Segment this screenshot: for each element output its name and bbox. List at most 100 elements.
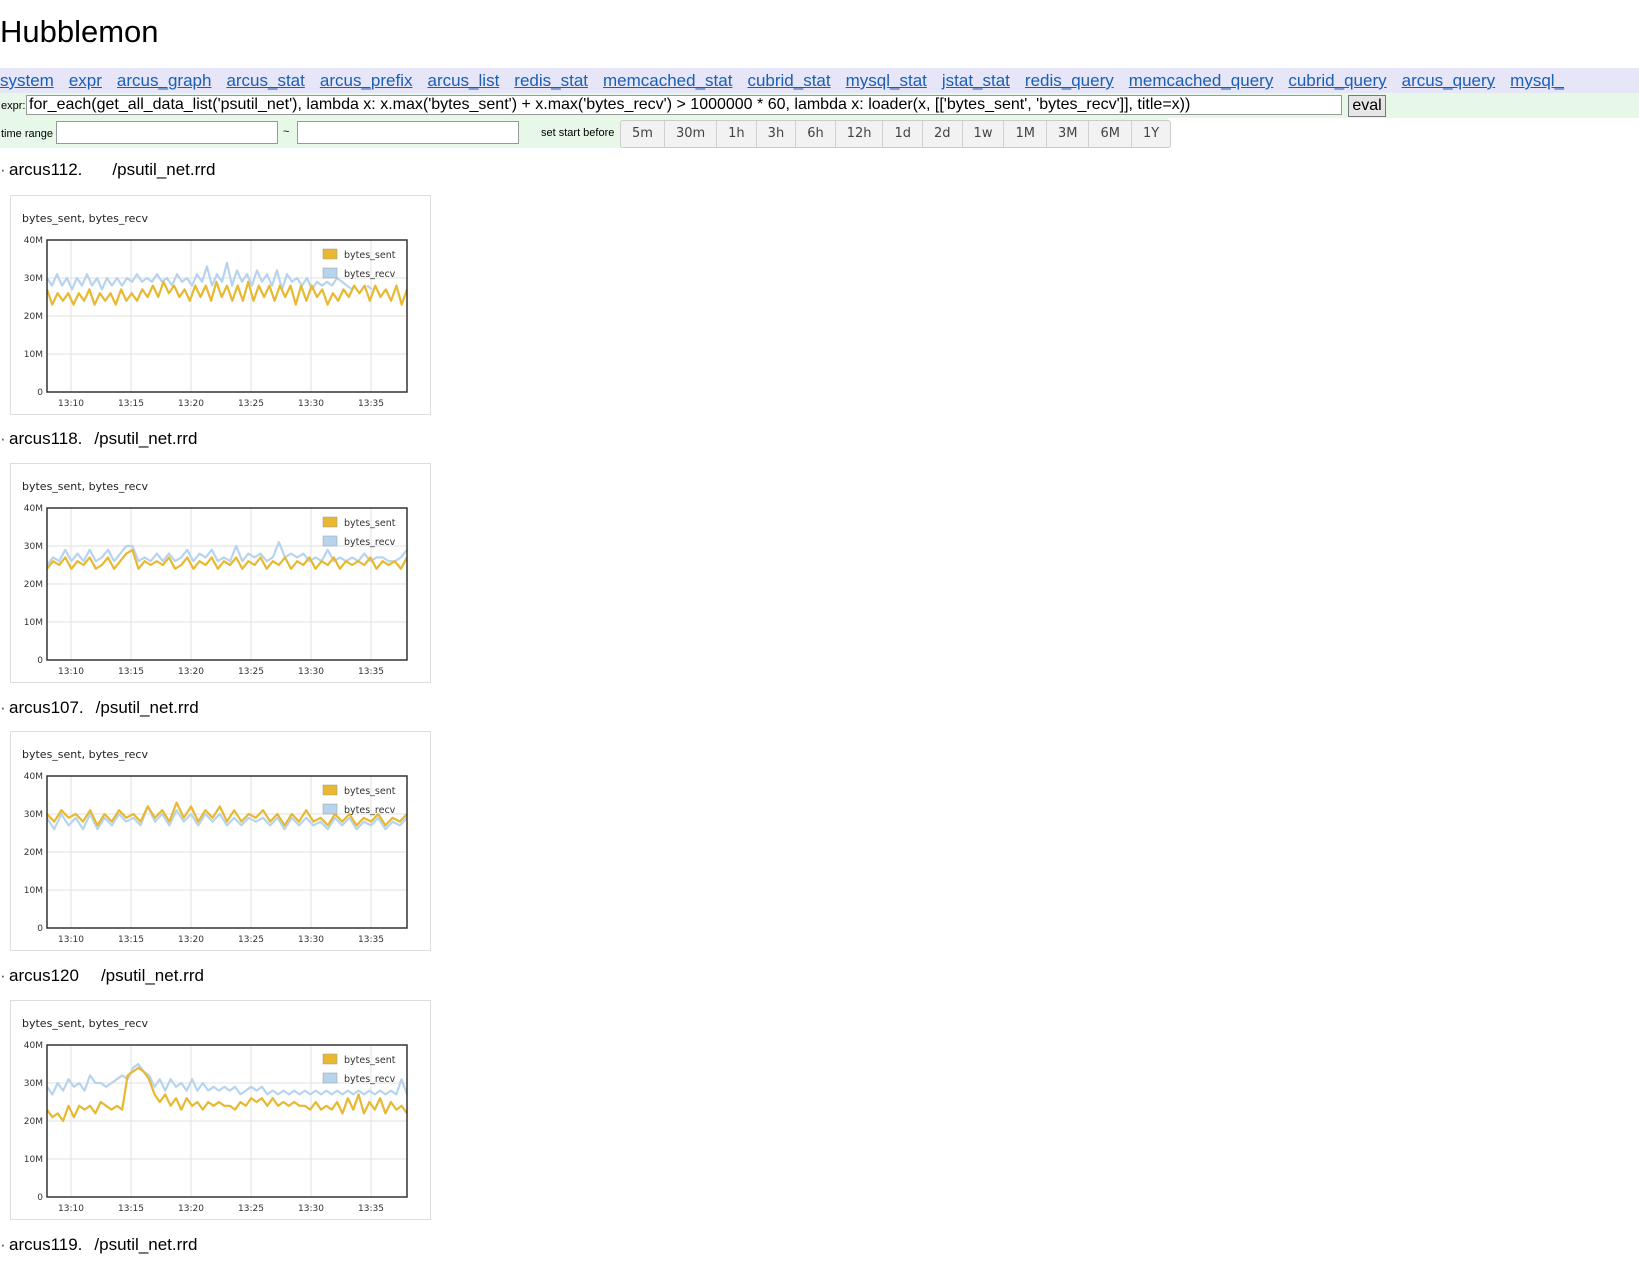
y-tick-label: 0: [37, 924, 43, 934]
nav-link-system[interactable]: system: [0, 68, 54, 93]
y-tick-label: 10M: [24, 618, 43, 628]
x-tick-label: 13:15: [118, 667, 144, 677]
y-tick-label: 40M: [24, 772, 43, 782]
section-title: · arcus112. /psutil_net.rrd: [0, 159, 215, 181]
y-tick-label: 40M: [24, 236, 43, 246]
eval-button[interactable]: eval: [1348, 95, 1386, 117]
time-range-end-input[interactable]: [297, 121, 519, 144]
nav-link-redis-query[interactable]: redis_query: [1025, 68, 1114, 93]
bullet-icon: ·: [0, 429, 6, 448]
nav-link-memcached-query[interactable]: memcached_query: [1129, 68, 1274, 93]
y-tick-label: 20M: [24, 312, 43, 322]
legend-label: bytes_recv: [344, 269, 396, 280]
chart-panel: bytes_sent, bytes_recv 40M 30M 20M 10M 0 13:10…: [10, 1000, 431, 1220]
nav-link-mysql[interactable]: mysql_: [1510, 68, 1564, 93]
legend-label: bytes_sent: [344, 250, 396, 261]
y-tick-label: 30M: [24, 542, 43, 552]
section-file: /psutil_net.rrd: [100, 966, 204, 985]
legend-swatch: [322, 535, 338, 547]
preset-5m-button[interactable]: 5m: [621, 121, 665, 147]
bullet-icon: ·: [0, 698, 6, 717]
y-tick-label: 40M: [24, 504, 43, 514]
y-tick-label: 20M: [24, 580, 43, 590]
preset-1M-button[interactable]: 1M: [1004, 121, 1047, 147]
time-range-start-input[interactable]: [56, 121, 278, 144]
legend-label: bytes_recv: [344, 537, 396, 548]
legend-label: bytes_sent: [344, 786, 396, 797]
preset-1h-button[interactable]: 1h: [717, 121, 757, 147]
legend-swatch: [322, 248, 338, 260]
section-host: arcus120: [9, 966, 79, 985]
nav-link-arcus-query[interactable]: arcus_query: [1402, 68, 1496, 93]
chart-title: bytes_sent, bytes_recv: [22, 748, 148, 761]
nav-link-expr[interactable]: expr: [69, 68, 102, 93]
nav-link-arcus-list[interactable]: arcus_list: [427, 68, 499, 93]
nav-link-cubrid-query[interactable]: cubrid_query: [1288, 68, 1386, 93]
y-tick-label: 30M: [24, 274, 43, 284]
preset-3M-button[interactable]: 3M: [1047, 121, 1090, 147]
section-host: arcus112.: [9, 160, 83, 179]
time-preset-buttons: 5m 30m 1h 3h 6h 12h 1d 2d 1w 1M 3M 6M 1Y: [620, 120, 1172, 148]
legend-label: bytes_recv: [344, 1074, 396, 1085]
nav-link-jstat-stat[interactable]: jstat_stat: [942, 68, 1010, 93]
expr-form: expr: for_each(get_all_data_list('psutil…: [0, 93, 1639, 118]
x-tick-label: 13:15: [118, 1204, 144, 1214]
nav-link-arcus-graph[interactable]: arcus_graph: [117, 68, 212, 93]
set-start-label: set start before: [541, 127, 615, 139]
bullet-icon: ·: [0, 160, 6, 179]
y-tick-label: 20M: [24, 848, 43, 858]
line-chart: bytes_sent, bytes_recv 40M 30M 20M 10M 0 13:10…: [22, 748, 408, 945]
line-chart: bytes_sent, bytes_recv 40M 30M 20M 10M 0 13:10…: [22, 212, 432, 409]
x-tick-label: 13:25: [238, 1204, 264, 1214]
x-tick-label: 13:30: [298, 667, 324, 677]
y-tick-label: 20M: [24, 1117, 43, 1127]
preset-6M-button[interactable]: 6M: [1089, 121, 1132, 147]
nav-link-cubrid-stat[interactable]: cubrid_stat: [747, 68, 830, 93]
y-tick-label: 10M: [24, 1155, 43, 1165]
x-tick-label: 13:20: [178, 399, 204, 409]
y-tick-label: 0: [37, 388, 43, 398]
legend-label: bytes_sent: [344, 1055, 396, 1066]
section-host: arcus118.: [9, 429, 83, 448]
x-tick-label: 13:25: [238, 935, 264, 945]
y-tick-label: 30M: [24, 810, 43, 820]
x-tick-label: 13:10: [58, 935, 84, 945]
time-range-label: time range: [1, 128, 53, 140]
x-tick-label: 13:10: [58, 1204, 84, 1214]
preset-6h-button[interactable]: 6h: [796, 121, 836, 147]
legend-swatch: [322, 1072, 338, 1084]
section-file: /psutil_net.rrd: [94, 429, 198, 448]
preset-1w-button[interactable]: 1w: [963, 121, 1005, 147]
legend-swatch: [322, 1053, 338, 1065]
nav-link-arcus-prefix[interactable]: arcus_prefix: [320, 68, 413, 93]
section-host: arcus107.: [9, 698, 84, 717]
nav-link-arcus-stat[interactable]: arcus_stat: [226, 68, 304, 93]
legend-swatch: [322, 516, 338, 528]
section-title: · arcus118. /psutil_net.rrd: [0, 428, 197, 450]
chart-panel: bytes_sent, bytes_recv 40M 30M 20M 10M 0 13:10…: [10, 731, 431, 951]
bullet-icon: ·: [0, 1235, 6, 1254]
preset-30m-button[interactable]: 30m: [665, 121, 718, 147]
preset-1d-button[interactable]: 1d: [883, 121, 924, 147]
y-tick-label: 0: [37, 656, 43, 666]
x-tick-label: 13:10: [58, 667, 84, 677]
legend-swatch: [322, 784, 338, 796]
preset-3h-button[interactable]: 3h: [757, 121, 797, 147]
x-tick-label: 13:20: [178, 1204, 204, 1214]
section-file: /psutil_net.rrd: [112, 160, 216, 179]
preset-12h-button[interactable]: 12h: [836, 121, 884, 147]
section-title: · arcus107. /psutil_net.rrd: [0, 697, 199, 719]
nav-link-memcached-stat[interactable]: memcached_stat: [603, 68, 732, 93]
section-file: /psutil_net.rrd: [94, 1235, 198, 1254]
chart-panel: bytes_sent, bytes_recv 40M 30M 20M 10M 0 13:10…: [10, 463, 431, 683]
preset-1Y-button[interactable]: 1Y: [1132, 121, 1170, 147]
expr-input[interactable]: for_each(get_all_data_list('psutil_net')…: [26, 95, 1342, 115]
nav-link-mysql-stat[interactable]: mysql_stat: [846, 68, 927, 93]
x-tick-label: 13:30: [298, 399, 324, 409]
line-chart: bytes_sent, bytes_recv 40M 30M 20M 10M 0 13:10…: [22, 1017, 409, 1214]
preset-2d-button[interactable]: 2d: [923, 121, 963, 147]
chart-panel: bytes_sent, bytes_recv 40M 30M 20M 10M 0 13:10…: [10, 195, 431, 415]
section-title: · arcus120/psutil_net.rrd: [0, 965, 204, 987]
nav-link-redis-stat[interactable]: redis_stat: [514, 68, 588, 93]
y-tick-label: 10M: [24, 886, 43, 896]
